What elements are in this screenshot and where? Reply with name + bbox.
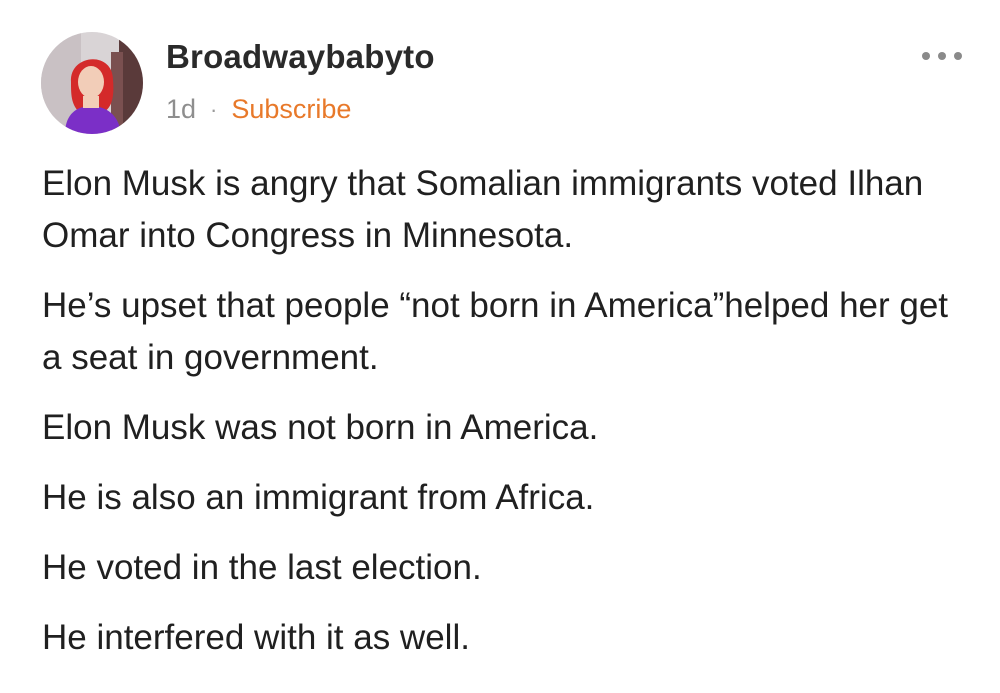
more-options-button[interactable] — [922, 46, 962, 66]
post-card: Broadwaybabyto 1d · Subscribe Elon Musk … — [0, 0, 1000, 693]
post-paragraph: He interfered with it as well. — [42, 618, 470, 657]
post-age: 1d — [166, 94, 197, 124]
meta-separator: · — [210, 96, 218, 122]
post-paragraph: He voted in the last election. — [42, 548, 482, 587]
post-paragraph: Elon Musk was not born in America. — [42, 408, 599, 447]
profile-avatar-image — [41, 32, 143, 134]
subscribe-link[interactable]: Subscribe — [231, 94, 351, 125]
post-paragraph: He is also an immigrant from Africa. — [42, 478, 595, 517]
more-horizontal-icon — [922, 52, 930, 60]
post-paragraph: He’s upset that people “not born in Amer… — [42, 286, 949, 377]
post-paragraph: Elon Musk is angry that Somalian immigra… — [42, 164, 924, 255]
avatar[interactable] — [41, 32, 143, 134]
author-name[interactable]: Broadwaybabyto — [166, 38, 435, 76]
post-body: Elon Musk is angry that Somalian immigra… — [42, 158, 972, 682]
post-meta: 1d · Subscribe — [166, 94, 351, 125]
